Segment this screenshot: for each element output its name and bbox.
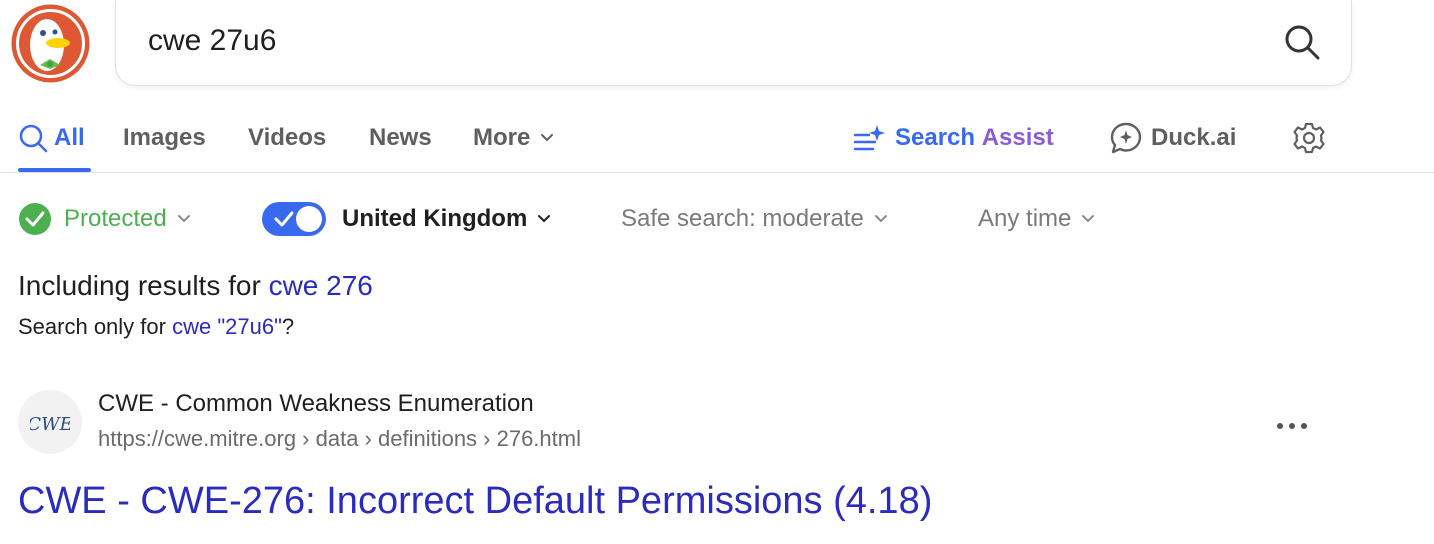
result-options-button[interactable] (1272, 412, 1312, 440)
safe-search-label: Safe search: moderate (621, 205, 864, 232)
including-results-notice: Including results for cwe 276 (18, 270, 373, 302)
duckduckgo-logo[interactable] (10, 3, 91, 84)
corrected-query-link[interactable]: cwe 276 (269, 270, 373, 301)
sparkle-list-icon (853, 125, 885, 151)
time-label: Any time (978, 205, 1072, 232)
protected-label: Protected (64, 205, 167, 232)
settings-button[interactable] (1292, 108, 1326, 168)
result-url[interactable]: https://cwe.mitre.org › data › definitio… (98, 426, 581, 452)
tab-images-label: Images (123, 124, 206, 151)
region-toggle[interactable] (262, 202, 326, 236)
chevron-down-icon (538, 215, 551, 223)
search-assist-label-1: Search (895, 124, 982, 151)
tab-all-label: All (54, 124, 85, 151)
duck-ai-label: Duck.ai (1151, 124, 1237, 151)
more-dots-icon (1277, 423, 1307, 429)
protected-filter[interactable]: Protected (18, 198, 191, 240)
region-label: United Kingdom (342, 205, 528, 232)
search-bar (115, 0, 1352, 86)
gear-icon (1293, 122, 1325, 154)
search-input[interactable] (148, 18, 1248, 64)
search-tabs: All Images Videos News More Search Assis… (0, 108, 1434, 174)
tab-more-label: More (473, 124, 531, 151)
original-query-link[interactable]: cwe "27u6" (172, 314, 282, 339)
tab-news-label: News (369, 124, 432, 151)
safe-search-filter[interactable]: Safe search: moderate (621, 198, 888, 240)
result-site-name[interactable]: CWE - Common Weakness Enumeration (98, 390, 534, 418)
search-assist-button[interactable]: Search Assist (853, 108, 1054, 168)
search-only-notice: Search only for cwe "27u6"? (18, 314, 294, 340)
duck-ai-button[interactable]: Duck.ai (1109, 108, 1236, 168)
result-title-link[interactable]: CWE - CWE-276: Incorrect Default Permiss… (18, 480, 932, 523)
region-filter[interactable]: United Kingdom (262, 198, 551, 240)
search-icon (19, 124, 48, 153)
including-prefix: Including results for (18, 270, 269, 301)
check-circle-icon (19, 203, 51, 235)
tab-more[interactable]: More (473, 108, 554, 168)
chevron-down-icon (541, 134, 554, 142)
tabs-divider (0, 172, 1434, 173)
search-only-suffix: ? (281, 314, 295, 339)
chevron-down-icon (874, 215, 887, 223)
tab-images[interactable]: Images (123, 108, 206, 168)
search-icon[interactable] (1283, 23, 1321, 61)
tab-videos-label: Videos (248, 124, 327, 151)
search-only-prefix: Search only for (18, 314, 173, 339)
cwe-favicon-icon: CWE (30, 414, 70, 435)
tab-all[interactable]: All (18, 108, 85, 168)
time-filter[interactable]: Any time (978, 198, 1095, 240)
tab-videos[interactable]: Videos (248, 108, 326, 168)
tab-news[interactable]: News (369, 108, 432, 168)
chat-sparkle-icon (1110, 122, 1142, 154)
chevron-down-icon (177, 215, 190, 223)
chevron-down-icon (1082, 215, 1095, 223)
favicon-text: CWE (30, 414, 70, 435)
site-favicon: CWE (18, 390, 82, 454)
search-assist-label-2: Assist (981, 124, 1054, 151)
